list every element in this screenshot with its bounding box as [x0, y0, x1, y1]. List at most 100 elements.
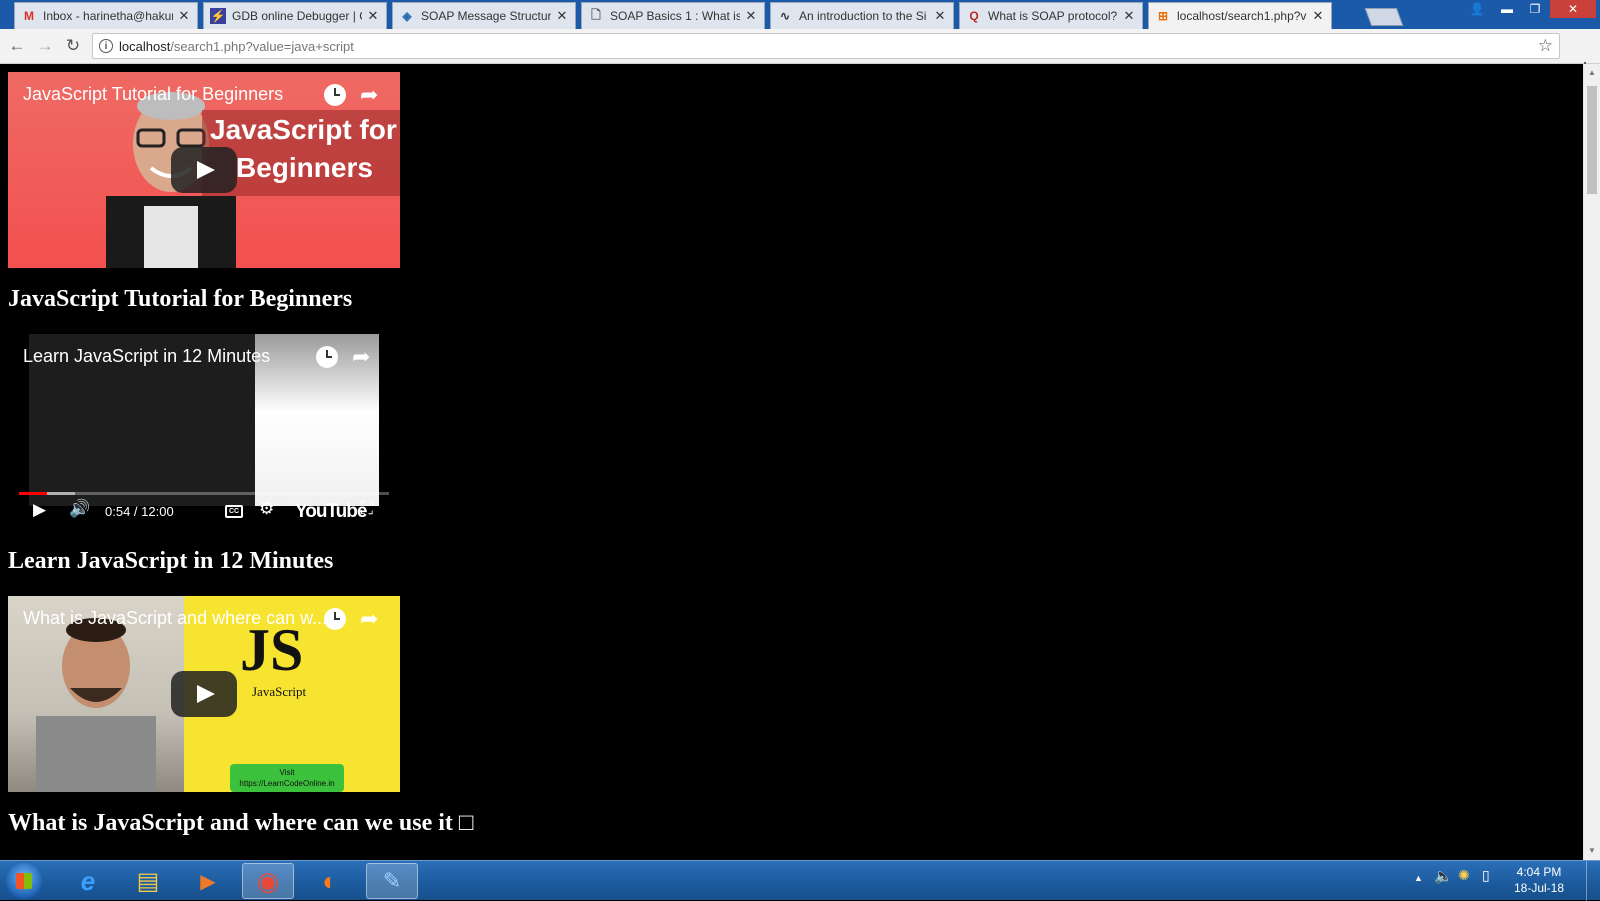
media-player-glyph: ▶ — [200, 870, 216, 893]
tab-title: SOAP Message Structure — [421, 9, 551, 23]
user-icon[interactable]: 👤 — [1466, 0, 1488, 18]
thumbnail-title-line: JavaScript for — [210, 114, 397, 145]
video-overlay-title[interactable]: JavaScript Tutorial for Beginners — [23, 84, 283, 105]
watch-later-clock-icon[interactable] — [316, 346, 338, 368]
visit-url: https://LearnCodeOnline.in — [239, 779, 335, 788]
settings-gear-icon[interactable]: ⚙ — [259, 499, 274, 519]
share-arrow-icon[interactable]: ➦ — [352, 346, 370, 368]
watch-later-clock-icon[interactable] — [324, 608, 346, 630]
explorer-icon[interactable]: ▤ — [122, 863, 174, 899]
tab-gdb-debugger[interactable]: ⚡ GDB online Debugger | C ✕ — [203, 2, 387, 29]
link-icon: ∿ — [779, 9, 791, 23]
player-controls: ▶ 🔊 0:54 / 12:00 CC ⚙ YouTube ⛶ — [19, 492, 389, 530]
document-icon: 🗋 — [591, 7, 601, 22]
firefox-icon[interactable]: ◐ — [304, 863, 356, 899]
ie-glyph: e — [80, 865, 96, 896]
share-arrow-icon[interactable]: ➦ — [360, 608, 378, 630]
video-caption: Learn JavaScript in 12 Minutes — [8, 548, 334, 574]
bookmark-star-icon[interactable]: ☆ — [1538, 36, 1553, 56]
tab-soap-basics[interactable]: 🗋 SOAP Basics 1 : What is S ✕ — [581, 2, 765, 29]
quora-icon: Q — [969, 9, 979, 23]
share-arrow-icon[interactable]: ➦ — [360, 84, 378, 106]
address-url[interactable]: localhost/search1.php?value=java+script — [119, 39, 354, 54]
close-icon[interactable]: ✕ — [933, 8, 947, 24]
ie-icon[interactable]: e — [62, 863, 114, 899]
tab-gmail-inbox[interactable]: M Inbox - harinetha@hakun ✕ — [14, 2, 198, 29]
chrome-icon[interactable]: ◉ — [242, 863, 294, 899]
close-icon[interactable]: ✕ — [177, 8, 191, 24]
play-button[interactable] — [171, 671, 237, 717]
video-player[interactable]: JavaScript for Beginners JavaScript Tuto… — [8, 72, 400, 268]
time-display: 0:54 / 12:00 — [105, 504, 174, 519]
close-window-button[interactable]: ✕ — [1550, 0, 1596, 18]
tab-what-is-soap[interactable]: Q What is SOAP protocol? - ✕ — [959, 2, 1143, 29]
page-content: JavaScript for Beginners JavaScript Tuto… — [0, 64, 1583, 860]
paint-glyph: ✎ — [382, 868, 402, 893]
url-host: localhost — [119, 39, 171, 54]
close-icon[interactable]: ✕ — [555, 8, 569, 24]
maximize-button[interactable]: ❐ — [1522, 0, 1548, 18]
explorer-glyph: ▤ — [136, 867, 160, 895]
show-hidden-icons-arrow-icon[interactable]: ▲ — [1414, 873, 1423, 883]
play-icon[interactable]: ▶ — [33, 500, 46, 520]
video-caption: What is JavaScript and where can we use … — [8, 810, 474, 836]
system-clock[interactable]: 4:04 PM 18-Jul-18 — [1504, 864, 1574, 896]
close-icon[interactable]: ✕ — [744, 8, 758, 24]
tab-introduction[interactable]: ∿ An introduction to the Si ✕ — [770, 2, 954, 29]
progress-bar[interactable] — [19, 492, 389, 495]
scroll-down-arrow-icon[interactable]: ▼ — [1584, 844, 1600, 858]
scrollbar-thumb[interactable] — [1587, 86, 1597, 194]
clock-date: 18-Jul-18 — [1513, 881, 1565, 895]
video-player[interactable]: JS JavaScript Visit https://LearnCodeOnl… — [8, 596, 400, 792]
scroll-up-arrow-icon[interactable]: ▲ — [1584, 66, 1600, 80]
tab-strip: M Inbox - harinetha@hakun ✕ ⚡ GDB online… — [0, 0, 1600, 29]
video-player[interactable]: Learn JavaScript in 12 Minutes ➦ ▶ 🔊 0:5… — [19, 334, 389, 530]
vertical-scrollbar[interactable]: ▲ ▼ — [1583, 64, 1600, 860]
info-icon[interactable]: i — [99, 39, 113, 53]
url-path: /search1.php?value=java+script — [170, 39, 354, 54]
progress-played — [19, 492, 48, 495]
battery-icon[interactable]: ▯ — [1482, 867, 1490, 884]
soap-icon: ◈ — [402, 9, 412, 23]
close-icon[interactable]: ✕ — [366, 8, 380, 24]
back-arrow-icon[interactable]: ← — [6, 35, 28, 57]
network-icon[interactable]: ✺ — [1458, 867, 1470, 884]
gmail-icon: M — [24, 9, 34, 23]
thumbnail-title-line: Beginners — [236, 152, 373, 183]
tab-title: What is SOAP protocol? - — [988, 9, 1118, 23]
tab-title: SOAP Basics 1 : What is S — [610, 9, 740, 23]
speaker-icon[interactable]: 🔈 — [1434, 867, 1453, 885]
address-bar[interactable]: i localhost/search1.php?value=java+scrip… — [92, 33, 1560, 59]
youtube-logo[interactable]: YouTube — [295, 501, 367, 523]
visit-banner: Visit https://LearnCodeOnline.in — [230, 764, 344, 792]
media-player-icon[interactable]: ▶ — [182, 863, 234, 899]
reload-icon[interactable]: ↻ — [62, 35, 84, 57]
windows-taskbar: e ▤ ▶ ◉ ◐ ✎ ▲ 🔈 ✺ ▯ 4:04 PM 18-Jul-18 — [0, 860, 1600, 901]
watch-later-clock-icon[interactable] — [324, 84, 346, 106]
close-icon[interactable]: ✕ — [1311, 8, 1325, 24]
fullscreen-icon[interactable]: ⛶ — [361, 499, 373, 519]
video-overlay-title[interactable]: Learn JavaScript in 12 Minutes — [23, 346, 270, 367]
firefox-glyph: ◐ — [322, 865, 338, 896]
visit-label: Visit — [279, 768, 295, 777]
localhost-icon: ⊞ — [1157, 9, 1169, 23]
clock-time: 4:04 PM — [1516, 865, 1562, 879]
volume-icon[interactable]: 🔊 — [69, 499, 90, 519]
play-button[interactable] — [171, 147, 237, 193]
start-button[interactable] — [6, 863, 42, 899]
new-tab-button[interactable] — [1364, 8, 1404, 26]
video-overlay-title[interactable]: What is JavaScript and where can w... — [23, 608, 327, 629]
gdb-icon: ⚡ — [210, 8, 226, 24]
captions-icon[interactable]: CC — [225, 505, 243, 518]
tab-title: An introduction to the Si — [799, 9, 927, 23]
paint-icon[interactable]: ✎ — [366, 863, 418, 899]
show-desktop-button[interactable] — [1586, 861, 1600, 901]
forward-arrow-icon[interactable]: → — [34, 35, 56, 57]
tab-soap-message-structure[interactable]: ◈ SOAP Message Structure ✕ — [392, 2, 576, 29]
minimize-button[interactable]: ▬ — [1494, 0, 1520, 18]
close-icon[interactable]: ✕ — [1122, 8, 1136, 24]
browser-toolbar: ← → ↻ i localhost/search1.php?value=java… — [0, 29, 1600, 78]
chrome-glyph: ◉ — [256, 865, 280, 896]
tab-title: localhost/search1.php?va — [1177, 9, 1307, 23]
tab-localhost-search[interactable]: ⊞ localhost/search1.php?va ✕ — [1148, 2, 1332, 29]
